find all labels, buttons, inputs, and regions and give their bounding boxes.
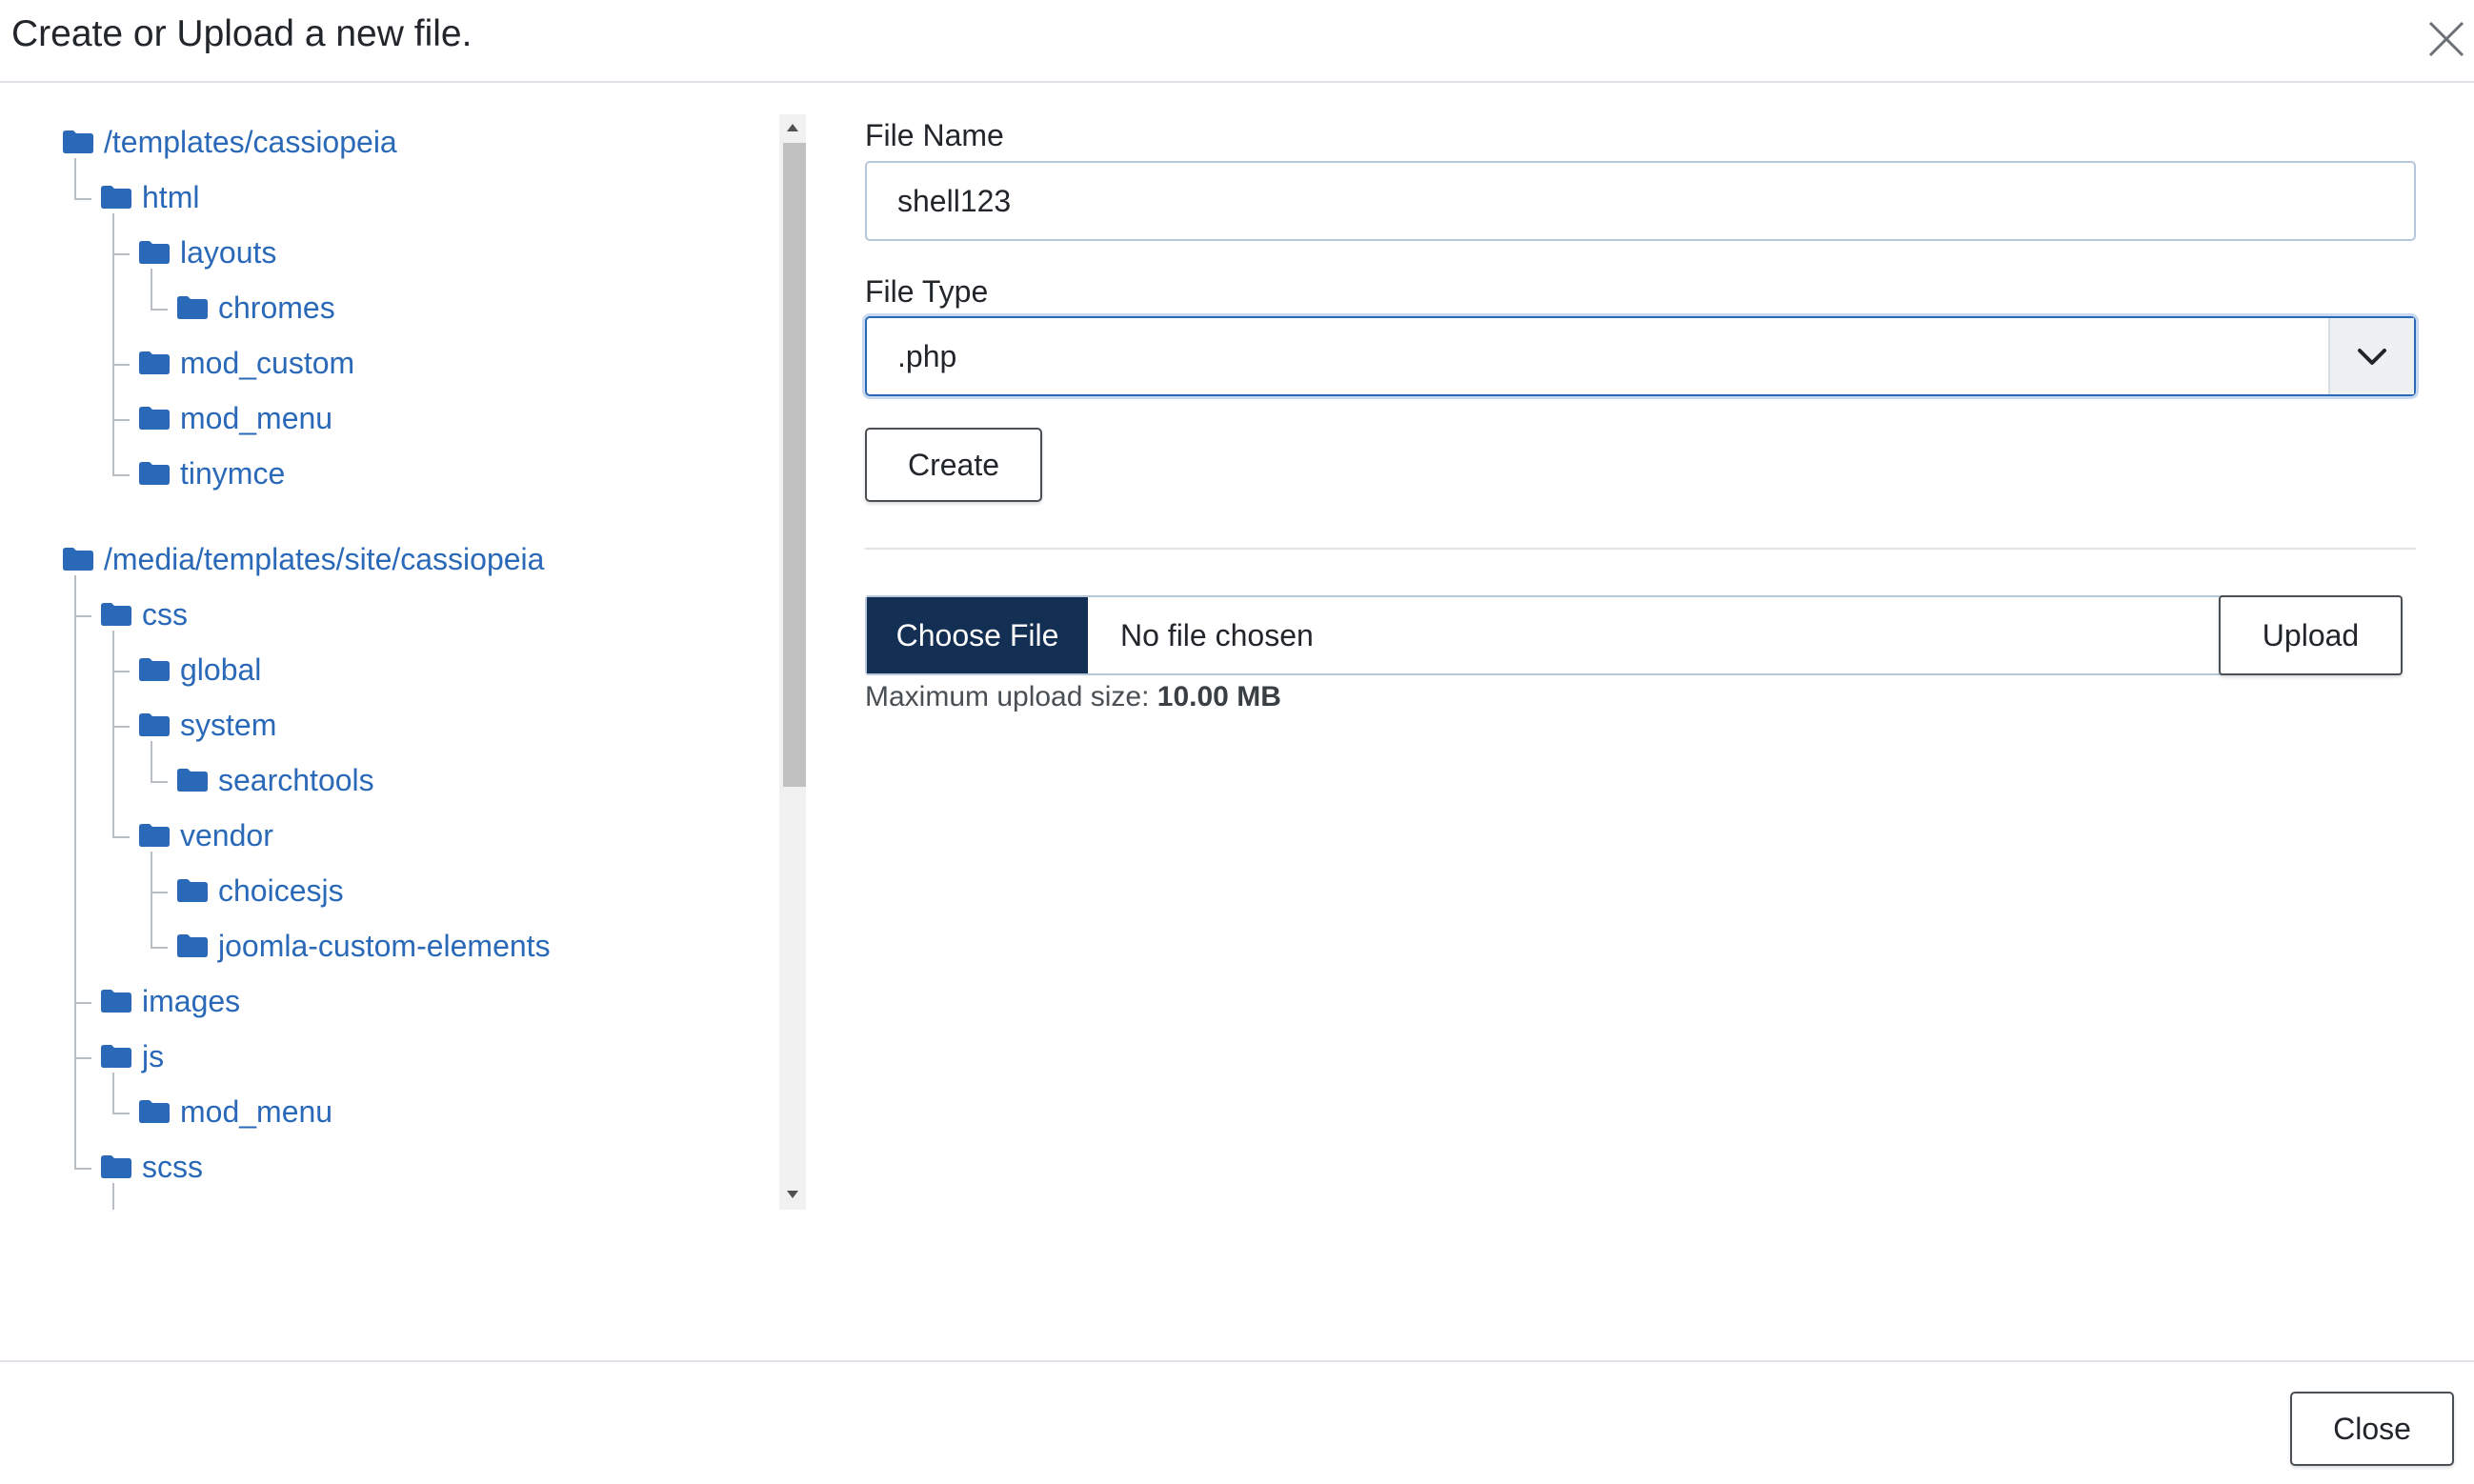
- file-upload-input[interactable]: Choose File No file chosen: [865, 595, 2401, 675]
- tree-guide-line: [74, 198, 91, 200]
- choose-file-button[interactable]: Choose File: [867, 597, 1088, 673]
- file-status-text: No file chosen: [1120, 618, 1314, 652]
- tree-folder-label[interactable]: layouts: [180, 234, 276, 271]
- close-button[interactable]: Close: [2290, 1392, 2454, 1466]
- tree-folder-label[interactable]: vendor: [180, 817, 273, 853]
- chevron-down-icon: [2358, 349, 2386, 365]
- folder-icon: [139, 824, 170, 847]
- folder-icon: [63, 130, 93, 153]
- scroll-down-arrow-icon[interactable]: [787, 1191, 798, 1198]
- tree-folder-label[interactable]: global: [180, 652, 261, 688]
- tree-folder-label[interactable]: scss: [142, 1149, 203, 1185]
- tree-guide-line: [74, 575, 76, 1168]
- tree-guide-line: [74, 615, 91, 617]
- tree-guide-line: [112, 213, 114, 474]
- tree-folder-label[interactable]: js: [142, 1038, 164, 1074]
- modal-header: Create or Upload a new file.: [0, 0, 2474, 83]
- tree-guide-line: [151, 781, 168, 783]
- folder-icon: [177, 879, 208, 902]
- max-upload-value: 10.00 MB: [1157, 681, 1281, 712]
- folder-icon: [63, 548, 93, 571]
- close-icon[interactable]: [2424, 17, 2468, 61]
- select-toggle[interactable]: [2328, 318, 2414, 394]
- scroll-thumb[interactable]: [783, 143, 806, 787]
- tree-guide-line: [151, 892, 168, 893]
- folder-tree: /templates/cassiopeia html layouts chromes m…: [29, 114, 772, 1210]
- tree-guide-line: [112, 631, 114, 836]
- tree-folder-label[interactable]: /templates/cassiopeia: [104, 124, 397, 160]
- file-type-selected-value: .php: [897, 339, 957, 373]
- folder-icon: [177, 934, 208, 957]
- tree-folder-label[interactable]: choicesjs: [218, 872, 344, 909]
- folder-icon: [101, 990, 131, 1013]
- tree-folder-label[interactable]: system: [180, 707, 276, 743]
- tree-guide-line: [112, 726, 130, 728]
- file-type-label: File Type: [865, 274, 989, 309]
- modal-title: Create or Upload a new file.: [11, 13, 473, 54]
- folder-icon: [139, 407, 170, 430]
- folder-icon: [177, 769, 208, 792]
- file-name-label: File Name: [865, 118, 1004, 152]
- tree-folder-label[interactable]: mod_menu: [180, 400, 332, 436]
- folder-icon: [139, 713, 170, 736]
- tree-guide-line: [74, 1168, 91, 1170]
- tree-guide-line: [112, 419, 130, 421]
- folder-icon: [139, 351, 170, 374]
- tree-guide-line: [112, 836, 130, 838]
- tree-guide-line: [112, 671, 130, 672]
- scroll-up-arrow-icon[interactable]: [787, 124, 798, 131]
- tree-folder-label[interactable]: /media/templates/site/cassiopeia: [104, 541, 544, 577]
- folder-tree-panel: /templates/cassiopeia html layouts chromes m…: [29, 114, 808, 1210]
- tree-folder-label[interactable]: searchtools: [218, 762, 374, 798]
- tree-guide-line: [74, 158, 76, 198]
- folder-icon: [139, 658, 170, 681]
- tree-folder-label[interactable]: mod_menu: [180, 1093, 332, 1130]
- tree-folder-label[interactable]: mod_custom: [180, 345, 354, 381]
- upload-button[interactable]: Upload: [2219, 595, 2403, 675]
- section-divider: [865, 548, 2416, 550]
- folder-icon: [101, 1045, 131, 1068]
- tree-guide-line: [112, 364, 130, 366]
- tree-folder-label[interactable]: chromes: [218, 290, 335, 326]
- folder-icon: [101, 603, 131, 626]
- folder-icon: [101, 186, 131, 209]
- tree-guide-line: [112, 474, 130, 476]
- tree-folder-label[interactable]: tinymce: [180, 455, 285, 491]
- tree-guide-line: [151, 852, 152, 947]
- tree-folder-label[interactable]: blocks: [180, 1204, 267, 1210]
- tree-guide-line: [112, 1183, 114, 1210]
- folder-icon: [177, 296, 208, 319]
- tree-guide-line: [112, 1113, 130, 1114]
- folder-icon: [139, 241, 170, 264]
- max-upload-label: Maximum upload size:: [865, 681, 1150, 712]
- tree-guide-line: [151, 269, 152, 309]
- tree-guide-line: [74, 1057, 91, 1059]
- tree-guide-line: [151, 741, 152, 781]
- tree-folder-label[interactable]: joomla-custom-elements: [218, 928, 551, 964]
- tree-folder-label[interactable]: css: [142, 596, 188, 632]
- folder-icon: [139, 462, 170, 485]
- create-button[interactable]: Create: [865, 428, 1042, 502]
- tree-guide-line: [151, 947, 168, 949]
- folder-icon: [101, 1155, 131, 1178]
- max-upload-size: Maximum upload size: 10.00 MB: [865, 681, 1281, 713]
- folder-icon: [139, 1100, 170, 1123]
- file-name-input[interactable]: [865, 161, 2416, 241]
- file-type-select[interactable]: .php: [865, 316, 2416, 396]
- tree-guide-line: [74, 1002, 91, 1004]
- tree-guide-line: [151, 309, 168, 311]
- tree-guide-line: [112, 1073, 114, 1113]
- tree-folder-label[interactable]: images: [142, 983, 240, 1019]
- tree-folder-label[interactable]: html: [142, 179, 199, 215]
- tree-scrollbar[interactable]: [779, 114, 806, 1210]
- footer-divider: [0, 1360, 2474, 1362]
- tree-guide-line: [112, 253, 130, 255]
